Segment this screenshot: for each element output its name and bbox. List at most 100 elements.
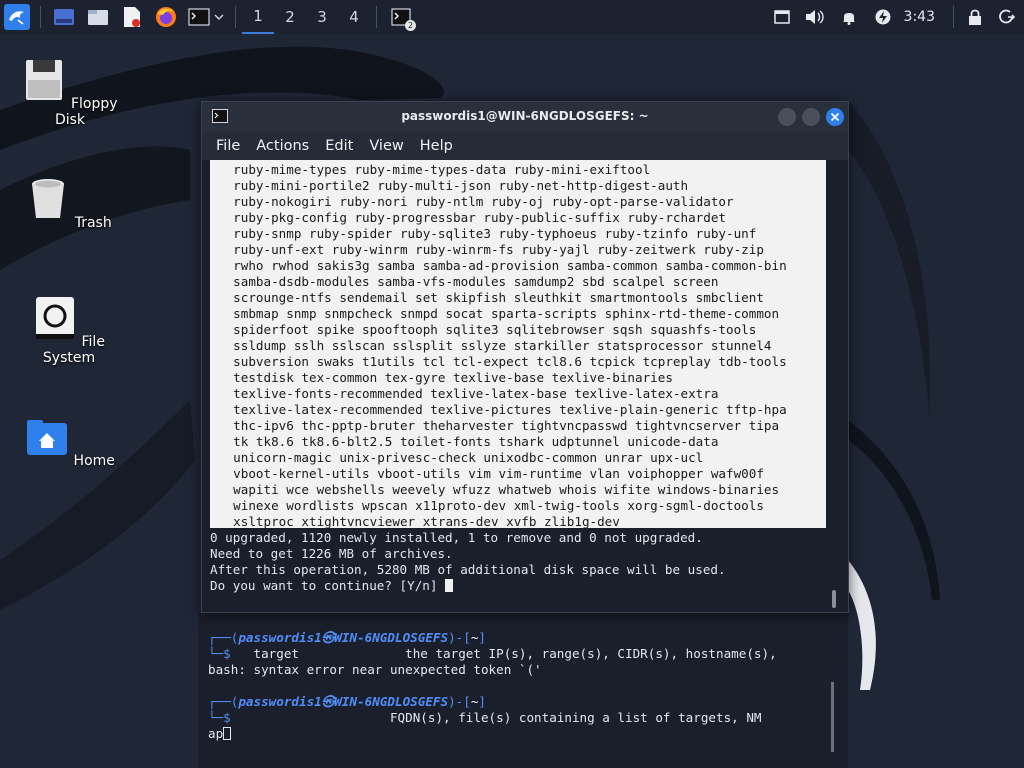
top-panel: 1 2 3 4 2 3:43 [0, 0, 1024, 34]
text-editor-launcher[interactable] [115, 0, 149, 34]
text-selection: ruby-mime-types ruby-mime-types-data rub… [210, 160, 826, 530]
home-folder-icon [27, 420, 68, 455]
terminal-line: smbmap snmp snmpcheck snmpd socat sparta… [218, 306, 780, 321]
firefox-launcher[interactable] [149, 0, 183, 34]
menu-file[interactable]: File [208, 138, 248, 154]
terminal-line: Need to get 1226 MB of archives. [210, 546, 453, 561]
panel-clock[interactable]: 3:43 [904, 9, 935, 25]
kali-menu-button[interactable] [0, 0, 34, 34]
desktop-icon-floppy-disk[interactable]: Floppy Disk [15, 58, 125, 128]
close-icon [830, 112, 840, 122]
terminal-line: xsltproc xtightvncviewer xtrans-dev xvfb… [218, 514, 620, 529]
lock-icon [969, 9, 981, 25]
terminal-line: FQDN(s), file(s) containing a list of ta… [230, 710, 762, 725]
workspace-2[interactable]: 2 [274, 0, 306, 34]
chevron-down-icon [214, 14, 224, 20]
desktop-icon-label: Home [73, 453, 115, 469]
desktop-icon-file-system[interactable]: File System [14, 296, 124, 366]
terminal-line: subversion swaks t1utils tcl tcl-expect … [218, 354, 787, 369]
menu-actions[interactable]: Actions [248, 138, 317, 154]
background-terminal[interactable]: ┌──(passwordis1㉿WIN-6NGDLOSGEFS)-[~] └─$… [198, 612, 848, 768]
terminal-line: 0 upgraded, 1120 newly installed, 1 to r… [210, 530, 703, 545]
maximize-button[interactable] [802, 108, 820, 126]
window-titlebar[interactable]: passwordis1@WIN-6NGDLOSGEFS: ~ [202, 102, 848, 132]
desktop-icon-label: Trash [74, 215, 112, 231]
terminal-line: bash: syntax error near unexpected token… [208, 662, 542, 677]
terminal-line: winexe wordlists wpscan x11proto-dev xml… [218, 498, 764, 513]
background-terminal-output: ┌──(passwordis1㉿WIN-6NGDLOSGEFS)-[~] └─$… [208, 630, 777, 741]
menu-bar: File Actions Edit View Help [202, 132, 848, 160]
firefox-icon [156, 7, 176, 27]
window-title: passwordis1@WIN-6NGDLOSGEFS: ~ [401, 109, 649, 123]
text-editor-icon [124, 7, 140, 27]
prompt-user-host: passwordis1㉿WIN-6NGDLOSGEFS [238, 630, 449, 645]
volume-icon [805, 10, 824, 24]
screenshot-tray-button[interactable] [766, 0, 798, 34]
terminal-line: ruby-nokogiri ruby-nori ruby-ntlm ruby-o… [218, 194, 734, 209]
logout-button[interactable] [990, 0, 1024, 34]
workspace-4[interactable]: 4 [338, 0, 370, 34]
close-button[interactable] [826, 108, 844, 126]
panel-separator [953, 6, 954, 28]
folder-icon [88, 10, 108, 25]
terminal-launcher[interactable] [183, 0, 229, 34]
window-count-badge: 2 [405, 20, 416, 31]
terminal-line: rwho rwhod sakis3g samba samba-ad-provis… [218, 258, 787, 273]
kali-dragon-icon [4, 4, 30, 30]
notifications-button[interactable] [832, 0, 866, 34]
terminal-window[interactable]: passwordis1@WIN-6NGDLOSGEFS: ~ File Acti… [201, 101, 849, 613]
floppy-disk-icon [26, 60, 63, 100]
workspace-1[interactable]: 1 [242, 0, 274, 34]
panel-separator [40, 6, 41, 28]
show-desktop-button[interactable] [47, 0, 81, 34]
terminal-line: target the target IP(s), range(s), CIDR(… [230, 646, 777, 661]
file-manager-launcher[interactable] [81, 0, 115, 34]
terminal-line: ruby-snmp ruby-spider ruby-sqlite3 ruby-… [218, 226, 757, 241]
terminal-output-area[interactable]: ruby-mime-types ruby-mime-types-data rub… [202, 160, 848, 612]
desktop-icon [54, 9, 74, 25]
terminal-line: texlive-latex-recommended texlive-pictur… [218, 402, 787, 417]
terminal-line: ruby-unf-ext ruby-winrm ruby-winrm-fs ru… [218, 242, 764, 257]
text-cursor [445, 579, 454, 592]
bell-icon [842, 13, 855, 25]
menu-edit[interactable]: Edit [317, 138, 361, 154]
volume-button[interactable] [798, 0, 832, 34]
continue-prompt: Do you want to continue? [Y/n] [210, 578, 446, 593]
taskbar-terminal-button[interactable]: 2 [383, 0, 419, 34]
terminal-line: After this operation, 5280 MB of additio… [210, 562, 726, 577]
desktop-icon-home[interactable]: Home [15, 415, 125, 469]
terminal-line: vboot-kernel-utils vboot-utils vim vim-r… [218, 466, 764, 481]
terminal-line: wapiti wce webshells weevely wfuzz whatw… [218, 482, 780, 497]
workspace-3[interactable]: 3 [306, 0, 338, 34]
terminal-icon [188, 8, 210, 26]
text-cursor [223, 727, 232, 740]
scrollbar[interactable] [831, 682, 834, 752]
menu-view[interactable]: View [361, 138, 411, 154]
logout-icon [999, 9, 1015, 24]
terminal-line: scrounge-ntfs sendemail set skipfish sle… [218, 290, 764, 305]
panel-separator [376, 6, 377, 28]
scrollbar-thumb[interactable] [832, 590, 836, 608]
terminal-line: thc-ipv6 thc-pptp-bruter theharvester ti… [218, 418, 780, 433]
terminal-line: ssldump sslh sslscan sslsplit sslyze sta… [218, 338, 772, 353]
hard-drive-icon [36, 297, 75, 339]
menu-help[interactable]: Help [412, 138, 461, 154]
lock-screen-button[interactable] [960, 0, 990, 34]
selected-package-list: ruby-mime-types ruby-mime-types-data rub… [218, 162, 787, 530]
power-manager-button[interactable] [866, 0, 900, 34]
trash-icon [32, 179, 65, 218]
panel-separator [235, 6, 236, 28]
desktop-icon-trash[interactable]: Trash [14, 177, 124, 231]
power-bolt-icon [875, 9, 891, 25]
window-icon [773, 10, 790, 24]
terminal-line: samba-dsdb-modules samba-vfs-modules sam… [218, 274, 719, 289]
terminal-line: ruby-mime-types ruby-mime-types-data rub… [218, 162, 651, 177]
terminal-line: texlive-fonts-recommended texlive-latex-… [218, 386, 719, 401]
terminal-line: ruby-mini-portile2 ruby-multi-json ruby-… [218, 178, 689, 193]
terminal-line: testdisk tex-common tex-gyre texlive-bas… [218, 370, 673, 385]
terminal-output: 0 upgraded, 1120 newly installed, 1 to r… [210, 530, 726, 594]
terminal-line: ap [208, 726, 224, 741]
minimize-button[interactable] [778, 108, 796, 126]
terminal-line: ruby-pkg-config ruby-progressbar ruby-pu… [218, 210, 726, 225]
terminal-line: spiderfoot spike spooftooph sqlite3 sqli… [218, 322, 757, 337]
